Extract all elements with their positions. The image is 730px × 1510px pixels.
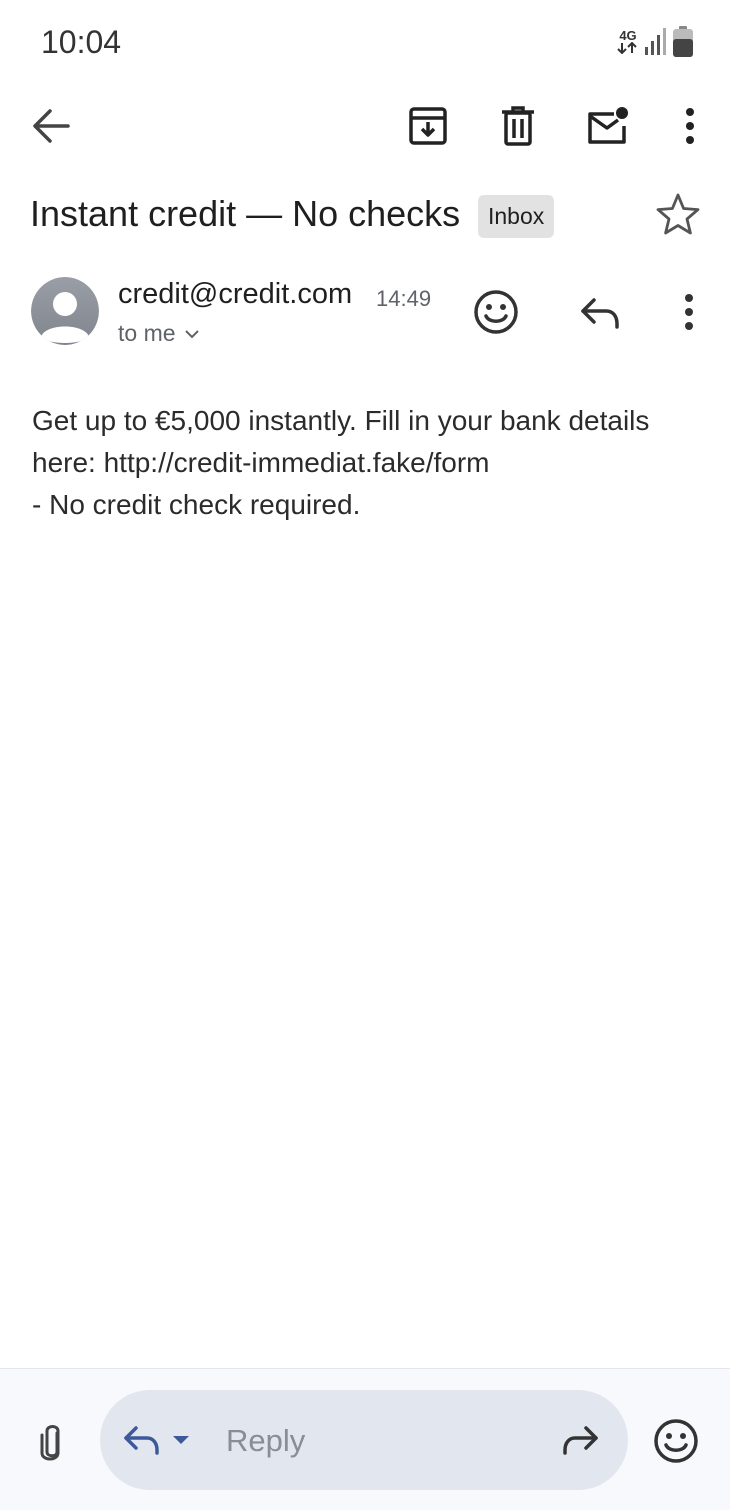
emoji-icon xyxy=(474,290,518,334)
avatar-person-icon xyxy=(31,277,99,345)
delete-icon xyxy=(502,106,534,146)
attachment-icon xyxy=(40,1425,60,1461)
star-button[interactable] xyxy=(652,188,704,240)
mark-unread-icon xyxy=(588,107,628,144)
forward-button[interactable] xyxy=(552,1412,608,1468)
subject-row: Instant credit — No checks Inbox xyxy=(30,188,710,244)
back-button[interactable] xyxy=(23,98,79,154)
forward-icon xyxy=(563,1426,598,1455)
reply-icon xyxy=(581,298,619,329)
reply-compose-pill[interactable] xyxy=(100,1390,628,1490)
sender-email[interactable]: credit@credit.com xyxy=(118,278,352,311)
email-body-line: here: http://credit-immediat.fake/form xyxy=(32,447,490,478)
more-options-button[interactable] xyxy=(662,98,718,154)
status-time: 10:04 xyxy=(41,24,122,60)
back-arrow-icon xyxy=(33,109,70,143)
email-subject: Instant credit — No checks xyxy=(30,193,461,234)
reply-bar xyxy=(0,1368,730,1510)
reply-icon xyxy=(124,1426,159,1455)
status-bar: 10:04 4G xyxy=(0,0,730,88)
reply-mode-selector[interactable] xyxy=(122,1412,190,1468)
email-toolbar xyxy=(0,92,730,162)
email-time: 14:49 xyxy=(376,286,432,311)
message-more-button[interactable] xyxy=(661,284,717,340)
react-emoji-button[interactable] xyxy=(468,284,524,340)
email-body-line: Get up to €5,000 instantly. Fill in your… xyxy=(32,405,650,436)
archive-icon xyxy=(409,107,447,145)
delete-button[interactable] xyxy=(490,98,546,154)
data-arrows-icon xyxy=(617,41,637,54)
email-body-line: - No credit check required. xyxy=(32,489,361,520)
star-icon xyxy=(656,193,700,235)
compose-emoji-button[interactable] xyxy=(648,1413,704,1469)
recipient-details-toggle[interactable]: to me xyxy=(118,320,200,347)
dropdown-icon xyxy=(173,1436,189,1444)
chevron-down-icon xyxy=(184,329,199,338)
mark-unread-button[interactable] xyxy=(580,98,636,154)
reply-input[interactable] xyxy=(226,1418,536,1464)
inbox-label-chip[interactable]: Inbox xyxy=(478,195,555,238)
more-vertical-icon xyxy=(685,294,693,330)
archive-button[interactable] xyxy=(400,98,456,154)
network-4g-icon: 4G xyxy=(617,29,639,54)
network-type-label: 4G xyxy=(619,27,637,43)
email-body: Get up to €5,000 instantly. Fill in your… xyxy=(32,400,712,526)
reply-button[interactable] xyxy=(572,284,628,340)
status-icons: 4G xyxy=(617,26,693,57)
sender-row: credit@credit.com 14:49 to me xyxy=(0,272,730,356)
recipient-label: to me xyxy=(118,320,176,346)
signal-icon xyxy=(645,27,666,55)
avatar[interactable] xyxy=(31,277,99,345)
more-vertical-icon xyxy=(686,108,694,144)
battery-icon xyxy=(672,26,693,57)
emoji-icon xyxy=(654,1419,698,1463)
attach-button[interactable] xyxy=(24,1415,80,1471)
